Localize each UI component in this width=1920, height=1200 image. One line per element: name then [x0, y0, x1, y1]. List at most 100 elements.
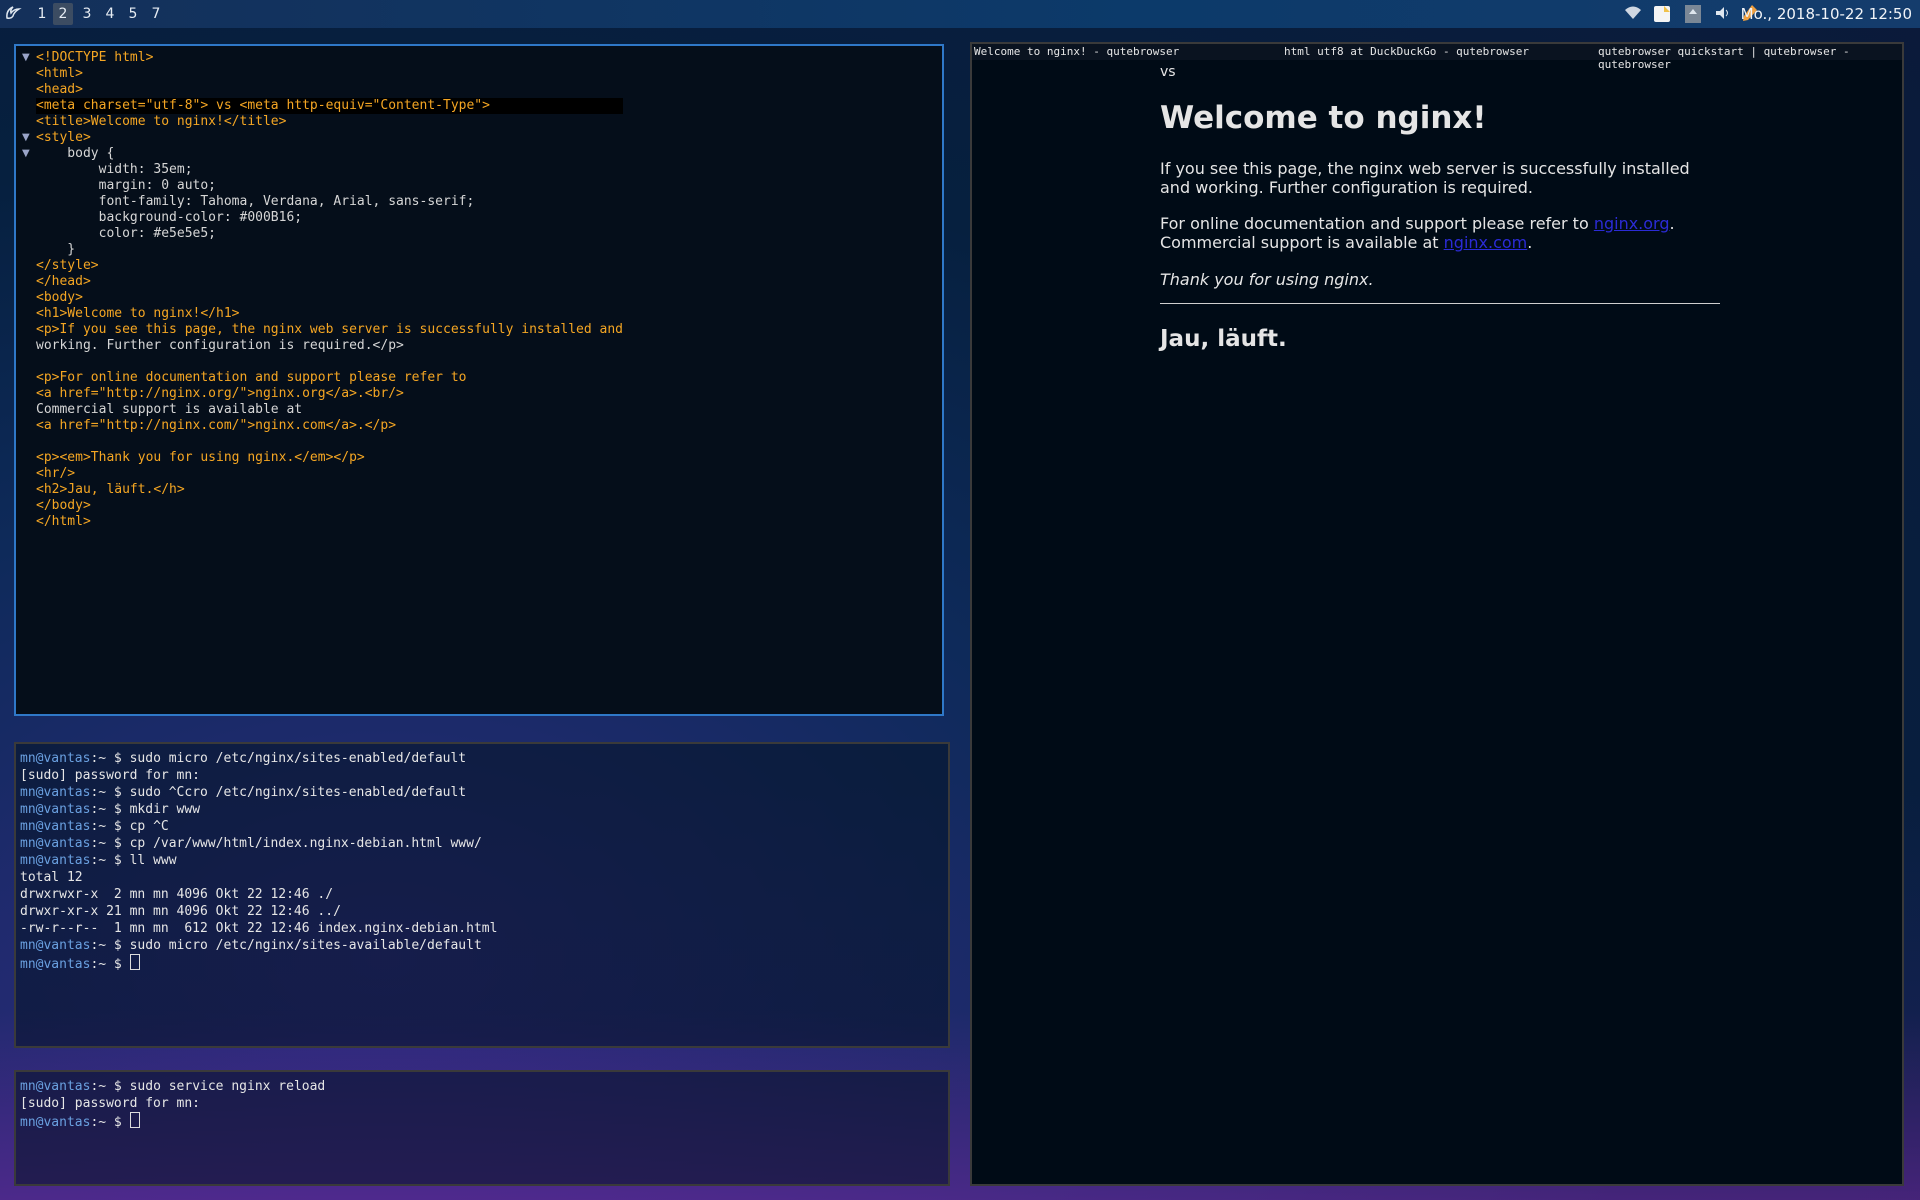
code-line[interactable]: width: 35em; [36, 162, 623, 178]
code-line[interactable] [36, 354, 623, 370]
tab-bar: Welcome to nginx! - qutebrowser html utf… [972, 44, 1902, 71]
code-line[interactable]: <body> [36, 290, 623, 306]
terminal-text: :~ $ sudo service nginx reload [90, 1079, 326, 1094]
code-line[interactable]: <a href="http://nginx.com/">nginx.com</a… [36, 418, 623, 434]
fold-arrow-icon[interactable]: ▼ [22, 52, 30, 63]
code-line[interactable]: background-color: #000B16; [36, 210, 623, 226]
code-line[interactable]: <html> [36, 66, 623, 82]
workspace-2[interactable]: 2 [53, 3, 73, 25]
fold-arrow-icon[interactable]: ▼ [22, 148, 30, 159]
code-line[interactable]: </body> [36, 498, 623, 514]
terminal-text: [sudo] password for mn: [20, 768, 201, 783]
terminal-line: mn@vantas:~ $ sudo micro /etc/nginx/site… [20, 750, 497, 767]
code-line[interactable]: <hr/> [36, 466, 623, 482]
terminal-text: :~ $ ll www [90, 853, 177, 868]
shell-prompt: mn@vantas [20, 853, 91, 868]
terminal-main[interactable]: mn@vantas:~ $ sudo micro /etc/nginx/site… [14, 742, 950, 1048]
clock[interactable]: Mo., 2018-10-22 12:50 [1741, 4, 1912, 24]
cursor [129, 1112, 140, 1128]
workspace-3[interactable]: 3 [77, 3, 97, 25]
code-line[interactable]: </style> [36, 258, 623, 274]
shell-prompt: mn@vantas [20, 957, 91, 972]
code-line[interactable]: <p><em>Thank you for using nginx.</em></… [36, 450, 623, 466]
terminal-text: -rw-r--r-- 1 mn mn 612 Okt 22 12:46 inde… [20, 921, 498, 936]
commercial-text: Commercial support is available at [1160, 233, 1439, 252]
terminal-text: :~ $ mkdir www [90, 802, 201, 817]
terminal-line: mn@vantas:~ $ sudo ^Ccro /etc/nginx/site… [20, 784, 497, 801]
terminal-text: :~ $ sudo micro /etc/nginx/sites-availab… [90, 938, 482, 953]
code-line[interactable] [36, 434, 623, 450]
code-line[interactable]: Commercial support is available at [36, 402, 623, 418]
terminal-secondary[interactable]: mn@vantas:~ $ sudo service nginx reload[… [14, 1070, 950, 1186]
tab-duckduckgo[interactable]: html utf8 at DuckDuckGo - qutebrowser [1284, 45, 1529, 58]
terminal-line: total 12 [20, 869, 497, 886]
page-heading: Welcome to nginx! [1160, 100, 1487, 136]
terminal-line: [sudo] password for mn: [20, 767, 497, 784]
code-line[interactable]: <p>If you see this page, the nginx web s… [36, 322, 623, 338]
update-icon[interactable] [1684, 4, 1702, 24]
terminal-line: mn@vantas:~ $ cp /var/www/html/index.ngi… [20, 835, 497, 852]
terminal-line: mn@vantas:~ $ [20, 1112, 325, 1131]
code-line[interactable]: <style> [36, 130, 623, 146]
cursor [129, 954, 140, 970]
terminal-text: :~ $ sudo micro /etc/nginx/sites-enabled… [90, 751, 467, 766]
terminal-line: mn@vantas:~ $ sudo service nginx reload [20, 1078, 325, 1095]
terminal-text: :~ $ [90, 1115, 130, 1130]
terminal-text: drwxrwxr-x 2 mn mn 4096 Okt 22 12:46 ./ [20, 887, 334, 902]
shell-prompt: mn@vantas [20, 1079, 91, 1094]
code-line[interactable]: <title>Welcome to nginx!</title> [36, 114, 623, 130]
workspace-7[interactable]: 7 [146, 3, 166, 25]
terminal-line: mn@vantas:~ $ sudo micro /etc/nginx/site… [20, 937, 497, 954]
code-line[interactable]: <a href="http://nginx.org/">nginx.org</a… [36, 386, 623, 402]
docs-paragraph: For online documentation and support ple… [1160, 214, 1675, 252]
workspace-1[interactable]: 1 [32, 3, 52, 25]
terminal-line: mn@vantas:~ $ [20, 954, 497, 973]
code-text[interactable]: <!DOCTYPE html> <html> <head> <meta charset… [36, 50, 623, 530]
shell-prompt: mn@vantas [20, 819, 91, 834]
terminal-line: mn@vantas:~ $ mkdir www [20, 801, 497, 818]
terminal-line: drwxr-xr-x 21 mn mn 4096 Okt 22 12:46 ..… [20, 903, 497, 920]
shell-prompt: mn@vantas [20, 751, 91, 766]
workspace-4[interactable]: 4 [100, 3, 120, 25]
code-line[interactable]: <p>For online documentation and support … [36, 370, 623, 386]
fold-arrow-icon[interactable]: ▼ [22, 132, 30, 143]
code-line[interactable]: } [36, 242, 623, 258]
shell-prompt: mn@vantas [20, 785, 91, 800]
intro-paragraph: If you see this page, the nginx web serv… [1160, 159, 1690, 197]
note-icon[interactable] [1652, 4, 1672, 24]
code-line[interactable]: <h2>Jau, läuft.</h> [36, 482, 623, 498]
code-line[interactable]: <!DOCTYPE html> [36, 50, 623, 66]
terminal-line: mn@vantas:~ $ cp ^C [20, 818, 497, 835]
code-line[interactable]: <head> [36, 82, 623, 98]
tab-welcome-nginx[interactable]: Welcome to nginx! - qutebrowser [974, 45, 1179, 58]
browser-window: Welcome to nginx! - qutebrowser html utf… [970, 42, 1904, 1186]
terminal-output: mn@vantas:~ $ sudo micro /etc/nginx/site… [20, 750, 497, 973]
docs-text: For online documentation and support ple… [1160, 214, 1589, 233]
nginx-com-link[interactable]: nginx.com [1444, 233, 1528, 252]
code-line[interactable]: body { [36, 146, 623, 162]
launcher-icon[interactable] [4, 4, 22, 22]
terminal-text: :~ $ [90, 957, 130, 972]
top-panel: 1 2 3 4 5 7 Mo., 2018-10-22 12:50 [0, 0, 1920, 28]
workspace-5[interactable]: 5 [123, 3, 143, 25]
code-line[interactable]: color: #e5e5e5; [36, 226, 623, 242]
code-line[interactable]: <h1>Welcome to nginx!</h1> [36, 306, 623, 322]
terminal-text: :~ $ cp ^C [90, 819, 169, 834]
code-line[interactable]: </head> [36, 274, 623, 290]
terminal-text: total 12 [20, 870, 83, 885]
volume-icon[interactable] [1714, 4, 1732, 24]
nginx-org-link[interactable]: nginx.org [1594, 214, 1670, 233]
thanks-text: Thank you for using nginx. [1160, 270, 1374, 289]
code-line[interactable]: working. Further configuration is requir… [36, 338, 623, 354]
code-line[interactable]: <meta charset="utf-8"> vs <meta http-equ… [36, 98, 623, 114]
terminal-line: mn@vantas:~ $ ll www [20, 852, 497, 869]
shell-prompt: mn@vantas [20, 938, 91, 953]
code-editor[interactable]: ▼ ▼ ▼ <!DOCTYPE html> <html> <head> <meta c… [14, 44, 944, 716]
terminal-text: :~ $ sudo ^Ccro /etc/nginx/sites-enabled… [90, 785, 467, 800]
wifi-icon[interactable] [1624, 4, 1642, 24]
code-line[interactable]: font-family: Tahoma, Verdana, Arial, san… [36, 194, 623, 210]
code-line[interactable]: margin: 0 auto; [36, 178, 623, 194]
code-line[interactable]: </html> [36, 514, 623, 530]
terminal-text: :~ $ cp /var/www/html/index.nginx-debian… [90, 836, 482, 851]
vs-text: vs [1160, 64, 1176, 80]
